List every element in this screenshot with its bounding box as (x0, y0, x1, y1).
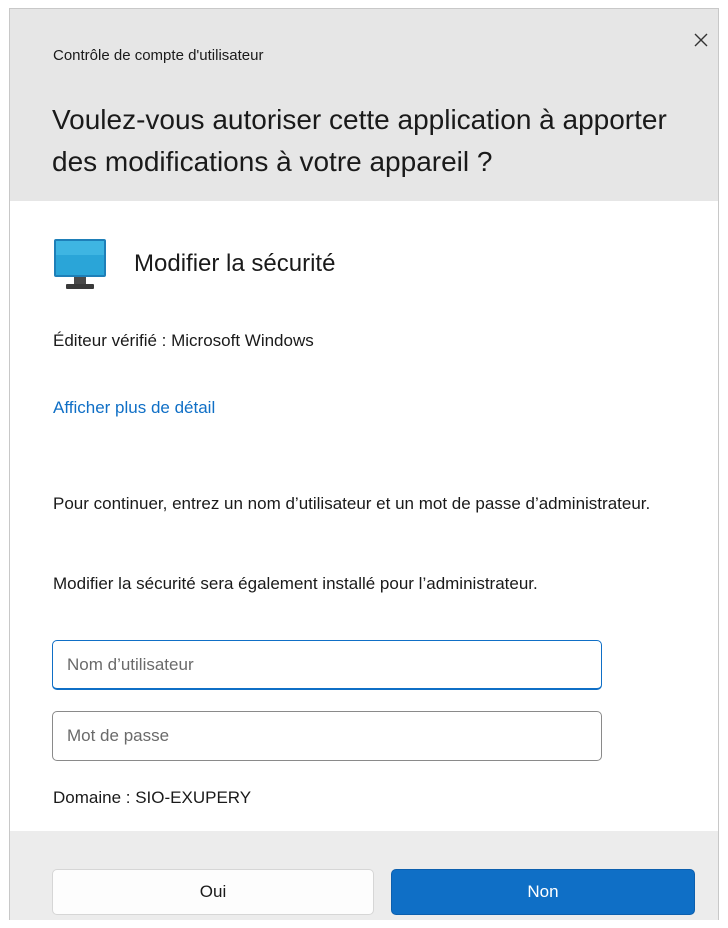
monitor-icon (54, 239, 106, 289)
password-input[interactable] (52, 711, 602, 761)
verified-publisher: Éditeur vérifié : Microsoft Windows (53, 331, 314, 350)
no-button-label: Non (527, 882, 559, 901)
close-button[interactable] (684, 23, 718, 57)
dialog-headline: Voulez-vous autoriser cette application … (52, 104, 667, 177)
no-button[interactable]: Non (391, 869, 695, 915)
app-info: Modifier la sécurité (52, 237, 335, 291)
uac-dialog: Contrôle de compte d'utilisateur Voulez-… (9, 8, 719, 920)
dialog-header: Contrôle de compte d'utilisateur Voulez-… (10, 9, 718, 201)
window-title: Contrôle de compte d'utilisateur (53, 47, 264, 64)
domain-label: Domaine : SIO-EXUPERY (53, 788, 252, 807)
close-icon (694, 33, 708, 47)
username-input[interactable] (52, 640, 602, 690)
install-note: Modifier la sécurité sera également inst… (53, 574, 538, 593)
show-more-details-link[interactable]: Afficher plus de détail (53, 398, 215, 418)
yes-button-label: Oui (199, 882, 227, 901)
credentials-instructions: Pour continuer, entrez un nom d’utilisat… (53, 494, 651, 513)
yes-button[interactable]: Oui (52, 869, 374, 915)
app-name: Modifier la sécurité (134, 250, 336, 277)
